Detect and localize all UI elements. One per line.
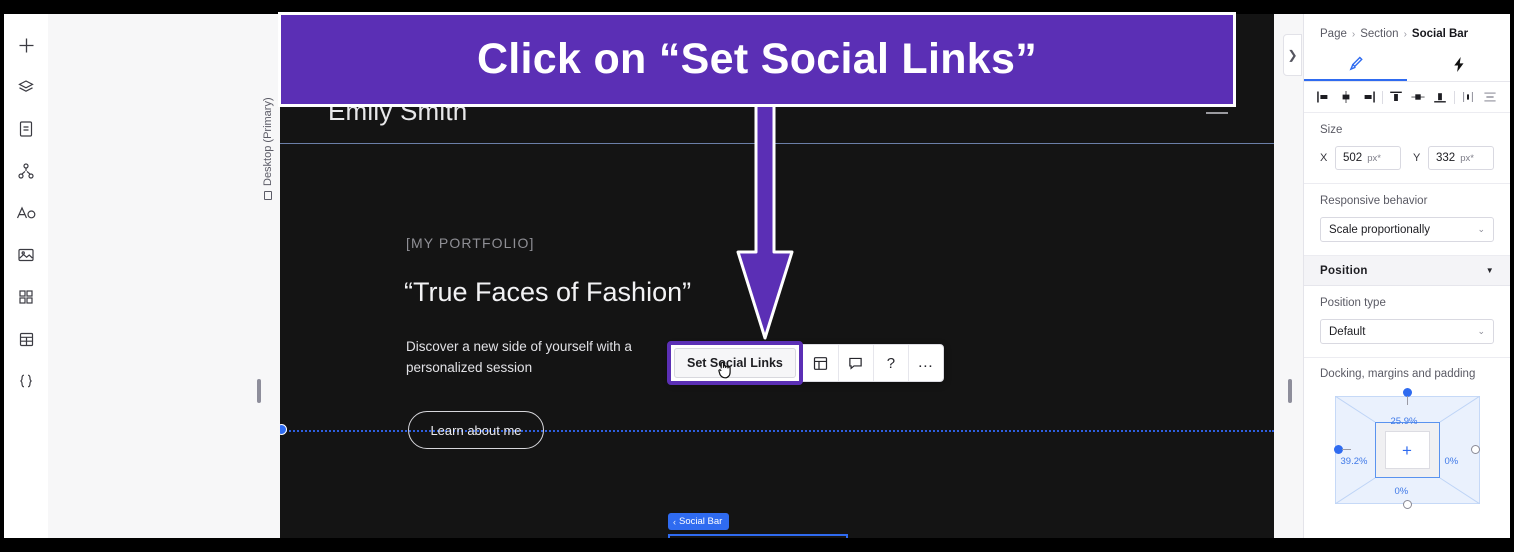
align-top-icon[interactable] [1387, 88, 1406, 107]
properties-panel: Page › Section › Social Bar Size X 502 p… [1303, 14, 1510, 538]
device-label-text: Desktop (Primary) [262, 97, 274, 186]
plus-icon-center: + [1402, 440, 1412, 460]
learn-about-me-button[interactable]: Learn about me [408, 411, 544, 449]
size-section: Size X 502 px* Y 332 px* [1304, 113, 1510, 184]
help-icon[interactable]: ? [872, 345, 908, 381]
hero-eyebrow: [MY PORTFOLIO] [406, 235, 535, 251]
selection-badge[interactable]: ‹ Social Bar [668, 513, 730, 530]
selection-badge-label: Social Bar [679, 516, 723, 527]
hero-subtext-line1: Discover a new side of yourself with a [406, 339, 632, 354]
breadcrumb: Page › Section › Social Bar [1304, 14, 1510, 50]
sitemap-icon[interactable] [11, 156, 41, 186]
image-icon[interactable] [11, 240, 41, 270]
position-type-value: Default [1329, 325, 1366, 338]
page-icon[interactable] [11, 114, 41, 144]
element-toolbar: Set Social Links ? … [667, 341, 944, 385]
align-left-icon[interactable] [1315, 88, 1334, 107]
docking-diagram[interactable]: + 25.9% 39.2% 0% 0% [1333, 388, 1480, 509]
instruction-text: Click on “Set Social Links” [476, 35, 1038, 83]
plus-icon[interactable] [11, 30, 41, 60]
dock-pin-right[interactable] [1470, 445, 1480, 454]
table-icon[interactable] [11, 324, 41, 354]
responsive-value: Scale proportionally [1329, 223, 1431, 236]
docking-section: Docking, margins and padding + 25.9% 39.… [1304, 358, 1510, 509]
canvas-resize-handle-left[interactable] [257, 379, 261, 403]
comment-icon[interactable] [837, 345, 873, 381]
monitor-icon [264, 191, 272, 200]
hero-subtext-line2: personalized session [406, 359, 533, 375]
docking-bottom-value[interactable]: 0% [1395, 486, 1409, 497]
docking-right-value[interactable]: 0% [1445, 456, 1459, 467]
canvas-resize-handle-right[interactable] [1288, 379, 1292, 403]
layers-icon[interactable] [11, 72, 41, 102]
x-input[interactable]: 502 px* [1335, 146, 1401, 170]
badge-back-chevron-icon[interactable]: ‹ [673, 517, 676, 527]
panel-expand-button[interactable]: ❯ [1283, 34, 1302, 76]
app-root: Desktop (Primary) Emily Smith [MY PORTFO… [0, 0, 1514, 552]
x-key-label: X [1320, 152, 1328, 164]
x-unit: px* [1367, 152, 1381, 164]
align-right-icon[interactable] [1359, 88, 1378, 107]
position-type-label: Position type [1320, 297, 1386, 309]
align-center-horizontal-icon[interactable] [1337, 88, 1356, 107]
align-divider-2 [1453, 90, 1455, 104]
align-bottom-icon[interactable] [1431, 88, 1450, 107]
responsive-behavior-select[interactable]: Scale proportionally ⌄ [1320, 217, 1494, 242]
ellipsis-icon[interactable]: … [907, 345, 943, 381]
dock-pin-bottom[interactable] [1402, 500, 1412, 509]
social-bar-selection[interactable] [668, 534, 848, 538]
responsive-label: Responsive behavior [1320, 195, 1428, 207]
paintbrush-icon [1347, 55, 1364, 75]
position-section-header[interactable]: Position ▼ [1304, 256, 1510, 286]
device-label: Desktop (Primary) [262, 80, 274, 200]
device-strip: Desktop (Primary) [252, 14, 280, 538]
position-type-section: Position type Default ⌄ [1304, 286, 1510, 358]
dock-pin-top[interactable] [1402, 388, 1412, 405]
size-xy-row: X 502 px* Y 332 px* [1320, 146, 1494, 170]
chevron-down-icon: ⌄ [1477, 224, 1485, 234]
y-unit: px* [1460, 152, 1474, 164]
distribute-vertical-icon[interactable] [1481, 88, 1500, 107]
hero-headline: “True Faces of Fashion” [404, 277, 692, 307]
x-value: 502 [1343, 152, 1363, 164]
align-middle-vertical-icon[interactable] [1409, 88, 1428, 107]
breadcrumb-section[interactable]: Section [1360, 28, 1398, 40]
left-toolbar-rail [4, 14, 48, 538]
alignment-toolbar [1304, 82, 1510, 113]
size-label: Size [1320, 124, 1343, 136]
hamburger-menu-icon[interactable] [1206, 112, 1228, 114]
dock-pin-left[interactable] [1333, 445, 1351, 454]
position-section-title: Position [1320, 264, 1368, 277]
hero-subtext: Discover a new side of yourself with a p… [406, 337, 632, 379]
breadcrumb-page[interactable]: Page [1320, 28, 1347, 40]
panel-tabs [1304, 50, 1510, 82]
instruction-banner: Click on “Set Social Links” [278, 12, 1236, 107]
lightning-icon [1451, 56, 1467, 76]
code-braces-icon[interactable] [11, 366, 41, 396]
anchor-point-dot[interactable] [280, 424, 287, 435]
set-social-links-button[interactable]: Set Social Links [674, 348, 796, 378]
instruction-arrow [730, 98, 800, 350]
align-divider-1 [1381, 90, 1383, 104]
tab-design[interactable] [1304, 50, 1407, 81]
text-icon[interactable] [11, 198, 41, 228]
apps-grid-icon[interactable] [11, 282, 41, 312]
y-key-label: Y [1413, 152, 1421, 164]
caret-down-icon: ▼ [1485, 266, 1494, 275]
docking-label: Docking, margins and padding [1320, 368, 1476, 380]
y-input[interactable]: 332 px* [1428, 146, 1494, 170]
distribute-horizontal-icon[interactable] [1459, 88, 1478, 107]
docking-left-value[interactable]: 39.2% [1341, 456, 1368, 467]
layout-icon[interactable] [803, 345, 838, 381]
docking-center[interactable]: + [1384, 431, 1430, 469]
breadcrumb-current: Social Bar [1411, 28, 1469, 40]
breadcrumb-separator-2: › [1403, 28, 1407, 40]
position-type-select[interactable]: Default ⌄ [1320, 319, 1494, 344]
tab-interactions[interactable] [1407, 50, 1510, 81]
docking-top-value[interactable]: 25.9% [1391, 416, 1418, 427]
breadcrumb-separator-1: › [1351, 28, 1356, 40]
responsive-section: Responsive behavior Scale proportionally… [1304, 184, 1510, 256]
y-value: 332 [1436, 152, 1456, 164]
chevron-down-icon-2: ⌄ [1477, 326, 1485, 336]
